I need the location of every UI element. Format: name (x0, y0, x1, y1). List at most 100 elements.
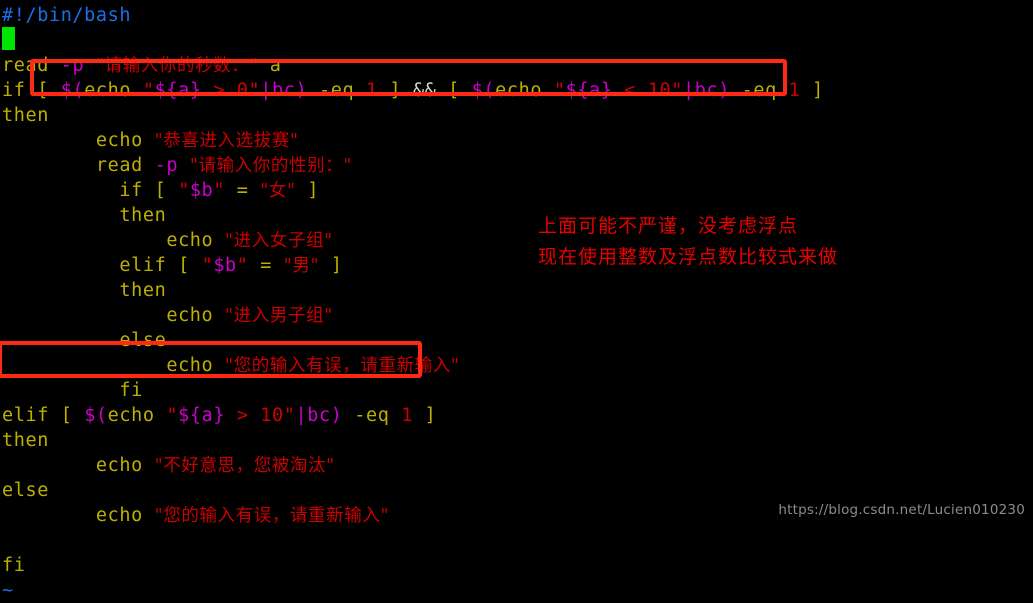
code-token: ] (319, 255, 343, 276)
code-token: | (682, 80, 695, 101)
code-token: echo (2, 130, 155, 151)
code-token: else (2, 480, 49, 501)
blog-watermark: https://blog.csdn.net/Lucien010230 (778, 502, 1025, 518)
code-line[interactable]: echo "您的输入有误，请重新输入" (0, 353, 1033, 378)
code-token: bc) (272, 80, 308, 101)
code-token: #!/bin/bash (2, 5, 132, 26)
code-token: > 10" (225, 405, 296, 426)
code-token: then (2, 280, 167, 301)
code-token: > 0" (201, 80, 261, 101)
code-line[interactable]: else (0, 328, 1033, 353)
code-token: echo (2, 455, 155, 476)
code-token: then (2, 205, 167, 226)
code-line[interactable]: read -p "请输入你的秒数：" a (0, 53, 1033, 78)
code-token: read (2, 155, 155, 176)
code-token: $b (213, 255, 237, 276)
text-cursor-block (2, 27, 15, 50)
code-token: < 10" (612, 80, 683, 101)
code-token: ${a} (565, 80, 613, 101)
code-token: -eq (729, 80, 789, 101)
code-token: then (2, 105, 49, 126)
code-line[interactable]: if [ $(echo "${a} > 0"|bc) -eq 1 ] && [ … (0, 78, 1033, 103)
code-token: [ (178, 255, 202, 276)
code-token: " (201, 255, 214, 276)
code-line[interactable]: fi (0, 553, 1033, 578)
code-token: ] (800, 80, 824, 101)
code-token: echo (2, 505, 155, 526)
code-token: -eq (342, 405, 402, 426)
code-token: "不好意思，您被淘汰" (154, 456, 335, 476)
code-line[interactable]: #!/bin/bash (0, 3, 1033, 28)
code-line[interactable]: else (0, 478, 1033, 503)
code-token: ~ (2, 580, 14, 601)
code-token: "您的输入有误，请重新输入" (225, 356, 460, 376)
code-token: 1 (401, 405, 413, 426)
code-token: fi (2, 555, 26, 576)
code-token: " (142, 80, 155, 101)
code-line[interactable]: elif [ "$b" = "男" ] (0, 253, 1033, 278)
code-token: echo (495, 80, 554, 101)
annotation-note-line-2: 现在使用整数及浮点数比较式来做 (538, 246, 839, 268)
code-token: $( (84, 405, 108, 426)
code-token: "男" (283, 256, 320, 276)
code-line[interactable]: ~ (0, 578, 1033, 603)
code-token: if (2, 80, 38, 101)
code-line[interactable] (0, 528, 1033, 553)
code-line[interactable]: read -p "请输入你的性别：" (0, 153, 1033, 178)
code-line[interactable]: echo "进入女子组" (0, 228, 1033, 253)
code-token: "进入女子组" (225, 231, 333, 251)
code-line[interactable]: then (0, 103, 1033, 128)
code-token: echo (2, 355, 226, 376)
code-token: " (213, 180, 226, 201)
code-token: ${a} (154, 80, 202, 101)
code-token: $( (471, 80, 496, 101)
code-token: 1 (365, 80, 378, 101)
code-token: elif (2, 405, 61, 426)
terminal-editor-window: #!/bin/bash read -p "请输入你的秒数：" a if [ $(ec… (0, 0, 1033, 601)
code-token: -eq (307, 80, 366, 101)
code-token: echo (2, 230, 226, 251)
code-token: ] (295, 180, 320, 201)
code-line[interactable]: then (0, 278, 1033, 303)
code-line[interactable]: fi (0, 378, 1033, 403)
code-token: "请输入你的秒数：" (95, 56, 259, 76)
code-token: fi (2, 380, 143, 401)
code-token: "请输入你的性别：" (189, 156, 352, 176)
code-token: else (2, 330, 167, 351)
code-token: -p (60, 55, 85, 76)
code-line[interactable]: then (0, 203, 1033, 228)
code-token: echo (84, 80, 143, 101)
code-token: -p (154, 155, 179, 176)
code-token: [ (60, 405, 85, 426)
code-token: "您的输入有误，请重新输入" (154, 506, 390, 526)
code-token: " (166, 405, 179, 426)
code-token: ] (377, 80, 402, 101)
code-line[interactable]: echo "进入男子组" (0, 303, 1033, 328)
code-line[interactable]: echo "恭喜进入选拔赛" (0, 128, 1033, 153)
code-token: = (225, 180, 261, 201)
code-token: " (178, 180, 190, 201)
code-token: bc) (694, 80, 730, 101)
code-token: elif (2, 255, 179, 276)
code-token: " (553, 80, 566, 101)
code-token: if (2, 180, 155, 201)
code-token: "恭喜进入选拔赛" (154, 131, 299, 151)
code-token: [ (448, 80, 472, 101)
code-token: echo (2, 305, 226, 326)
code-token: a (258, 55, 282, 76)
code-token: echo (107, 405, 167, 426)
code-line[interactable] (0, 28, 1033, 53)
code-token: $b (189, 180, 214, 201)
code-token: "进入男子组" (225, 306, 333, 326)
code-token: 1 (788, 80, 801, 101)
code-token: | (295, 405, 308, 426)
code-token: then (2, 430, 49, 451)
code-line[interactable]: then (0, 428, 1033, 453)
code-token: [ (154, 180, 179, 201)
code-line[interactable]: elif [ $(echo "${a} > 10"|bc) -eq 1 ] (0, 403, 1033, 428)
code-line[interactable]: echo "不好意思，您被淘汰" (0, 453, 1033, 478)
code-line[interactable]: if [ "$b" = "女" ] (0, 178, 1033, 203)
code-token: ] (412, 405, 437, 426)
